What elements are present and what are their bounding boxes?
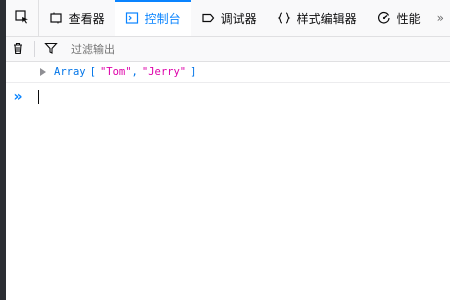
tab-label: 样式编辑器 (296, 11, 357, 26)
tab-label: 查看器 (68, 11, 105, 26)
tab-style-editor[interactable]: 样式编辑器 (267, 0, 367, 36)
object-type: Array (54, 66, 86, 78)
element-picker-icon (15, 9, 29, 28)
tab-inspector[interactable]: 查看器 (39, 0, 115, 36)
performance-icon (377, 11, 391, 25)
text-caret (38, 90, 39, 104)
debugger-icon (201, 11, 215, 25)
array-item: "Tom" (99, 66, 132, 78)
expand-triangle-icon[interactable] (38, 67, 48, 77)
tab-label: 控制台 (144, 11, 181, 26)
element-picker-button[interactable] (6, 0, 39, 36)
open-bracket: [ (89, 66, 96, 78)
tab-label: 调试器 (220, 11, 257, 26)
more-tabs-button[interactable]: » (431, 0, 450, 36)
console-filter-bar (6, 37, 450, 62)
separator (34, 41, 35, 57)
console-empty-area (6, 108, 450, 300)
filter-button[interactable] (39, 37, 63, 61)
array-item: "Jerry" (141, 66, 187, 78)
close-bracket: ] (190, 66, 197, 78)
separator-comma: , (131, 66, 138, 78)
console-icon (125, 11, 139, 25)
braces-icon (277, 11, 291, 25)
devtools-toolbar: 查看器 控制台 调试器 样式编辑器 性能 » (6, 0, 450, 37)
clear-console-button[interactable] (6, 37, 30, 61)
inspector-icon (49, 11, 63, 25)
log-message[interactable]: Array [ "Tom" , "Jerry" ] (6, 62, 450, 83)
filter-output-input[interactable] (69, 41, 273, 57)
tab-console[interactable]: 控制台 (114, 0, 191, 36)
prompt-chevron-icon: » (13, 89, 23, 105)
trash-icon (11, 40, 25, 59)
tab-performance[interactable]: 性能 (367, 0, 431, 36)
tab-debugger[interactable]: 调试器 (191, 0, 267, 36)
filter-funnel-icon (44, 40, 58, 59)
overflow-chevron-icon: » (436, 11, 444, 25)
tab-label: 性能 (396, 11, 421, 26)
console-input[interactable]: » (6, 86, 450, 108)
console-output: Array [ "Tom" , "Jerry" ] (6, 62, 450, 83)
